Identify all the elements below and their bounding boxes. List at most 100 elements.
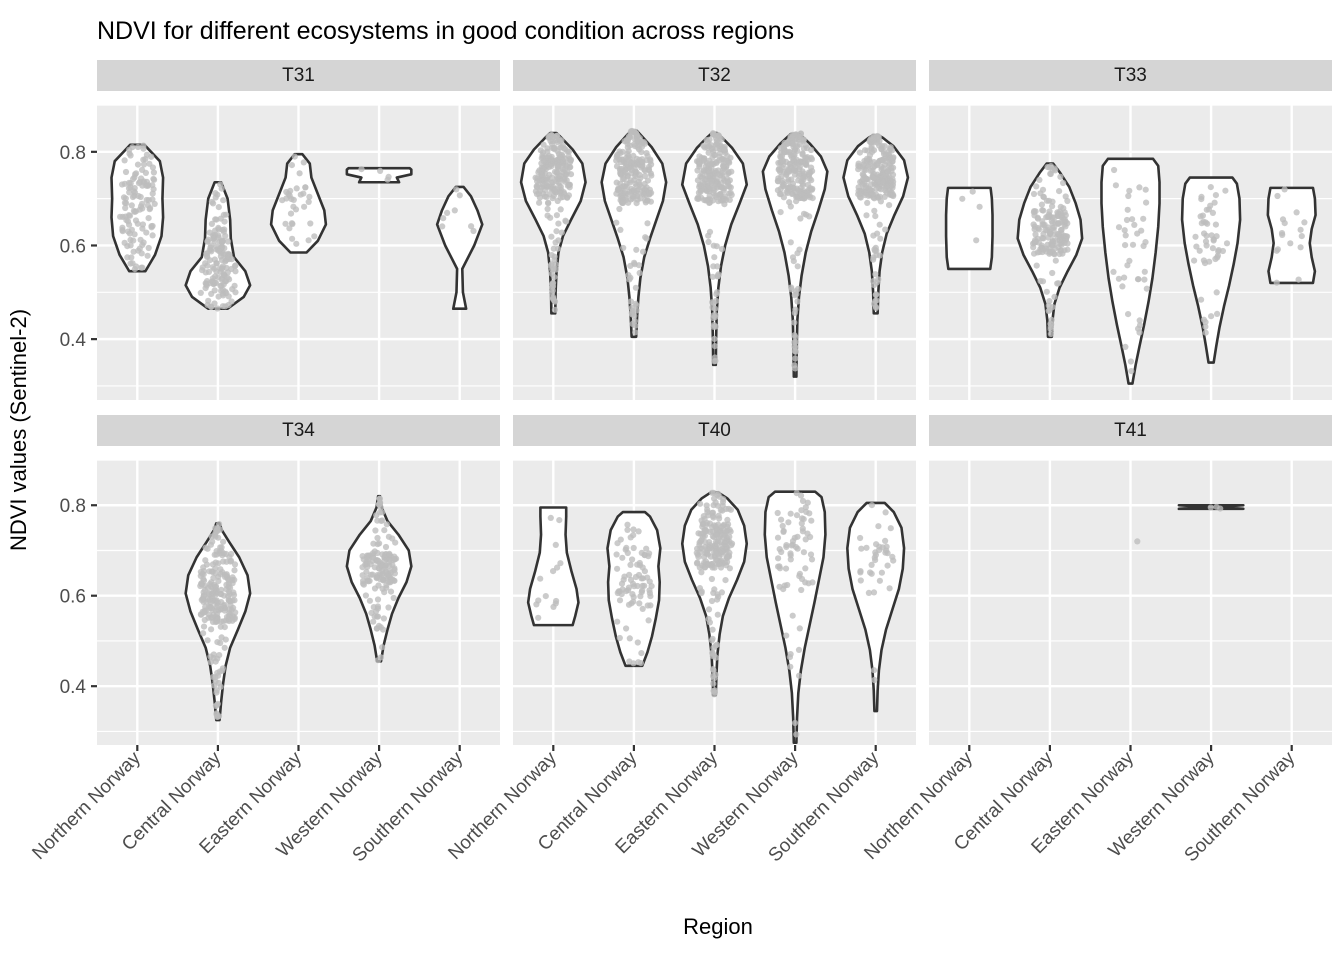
data-point <box>145 244 152 252</box>
data-point <box>872 271 879 278</box>
data-point <box>628 600 635 607</box>
data-point <box>1034 215 1042 222</box>
data-point <box>624 173 631 180</box>
data-point <box>551 306 559 313</box>
data-point <box>232 268 239 275</box>
data-point <box>714 139 721 146</box>
data-point <box>554 174 561 181</box>
data-point <box>709 528 717 535</box>
data-point <box>779 180 786 187</box>
data-point <box>138 175 145 182</box>
data-point <box>807 551 815 558</box>
data-point <box>882 226 889 233</box>
data-point <box>623 588 630 595</box>
data-point <box>1136 322 1144 329</box>
data-point <box>1051 224 1058 231</box>
data-point <box>548 290 556 297</box>
data-point <box>548 252 555 259</box>
data-point <box>145 197 152 204</box>
data-point <box>614 618 621 625</box>
data-point <box>800 549 808 556</box>
data-point <box>558 229 565 236</box>
data-point <box>717 190 724 197</box>
data-point <box>215 204 222 211</box>
data-point <box>872 213 879 220</box>
data-point <box>648 583 655 590</box>
data-point <box>218 185 225 192</box>
data-point <box>556 153 563 160</box>
data-point <box>1198 296 1205 303</box>
data-point <box>647 602 654 609</box>
data-point <box>641 582 648 589</box>
data-point <box>704 506 711 513</box>
data-point <box>707 545 714 552</box>
data-point <box>635 528 642 535</box>
data-point <box>787 663 794 670</box>
data-point <box>1298 233 1305 240</box>
data-point <box>287 210 295 217</box>
data-point <box>705 615 712 623</box>
data-point <box>225 597 233 605</box>
data-point <box>727 184 734 191</box>
data-point <box>383 521 390 528</box>
data-point <box>1055 230 1062 237</box>
data-point <box>620 244 627 252</box>
data-point <box>367 561 374 568</box>
data-point <box>876 221 883 228</box>
facet-strip-label-T32: T32 <box>698 65 731 86</box>
data-point <box>384 176 391 183</box>
data-point <box>793 490 800 497</box>
data-point <box>696 541 703 549</box>
data-point <box>1057 247 1064 254</box>
data-point <box>133 263 140 270</box>
data-point <box>1215 248 1222 255</box>
data-point <box>231 597 238 604</box>
data-point <box>785 178 792 185</box>
data-point <box>787 239 794 246</box>
data-point <box>1052 257 1059 264</box>
data-point <box>1056 188 1063 195</box>
data-point <box>879 544 886 551</box>
data-point <box>709 626 716 633</box>
data-point <box>1198 196 1205 203</box>
data-point <box>1191 257 1198 264</box>
y-tick-label: 0.4 <box>60 330 87 351</box>
data-point <box>779 164 786 171</box>
data-point <box>229 286 236 293</box>
data-point <box>374 534 381 542</box>
data-point <box>130 237 137 244</box>
data-point <box>644 574 651 581</box>
data-point <box>119 224 126 231</box>
data-point <box>215 534 222 541</box>
data-point <box>289 235 296 242</box>
data-point <box>695 158 702 165</box>
data-point <box>202 280 209 287</box>
data-point <box>555 220 562 227</box>
data-point <box>710 667 717 674</box>
data-point <box>795 172 803 179</box>
data-point <box>712 556 719 563</box>
data-point <box>212 525 219 532</box>
facet-panel-T34: T340.40.60.8Northern NorwayCentral Norwa… <box>28 415 500 866</box>
data-point <box>206 596 213 604</box>
data-point <box>1213 289 1220 296</box>
data-point <box>1297 244 1304 251</box>
data-point <box>797 130 804 137</box>
data-point <box>1125 192 1132 200</box>
data-point <box>544 145 551 152</box>
data-point <box>799 528 807 535</box>
data-point <box>882 537 889 545</box>
data-point <box>300 190 307 197</box>
data-point <box>693 560 701 567</box>
data-point <box>128 254 135 261</box>
data-point <box>715 593 722 600</box>
data-point <box>369 550 376 557</box>
data-point <box>1047 248 1054 255</box>
data-point <box>137 203 145 210</box>
data-point <box>204 637 211 644</box>
data-point <box>128 202 135 209</box>
data-point <box>629 591 636 598</box>
data-point <box>794 143 801 150</box>
data-point <box>863 544 870 551</box>
data-point <box>385 604 392 611</box>
